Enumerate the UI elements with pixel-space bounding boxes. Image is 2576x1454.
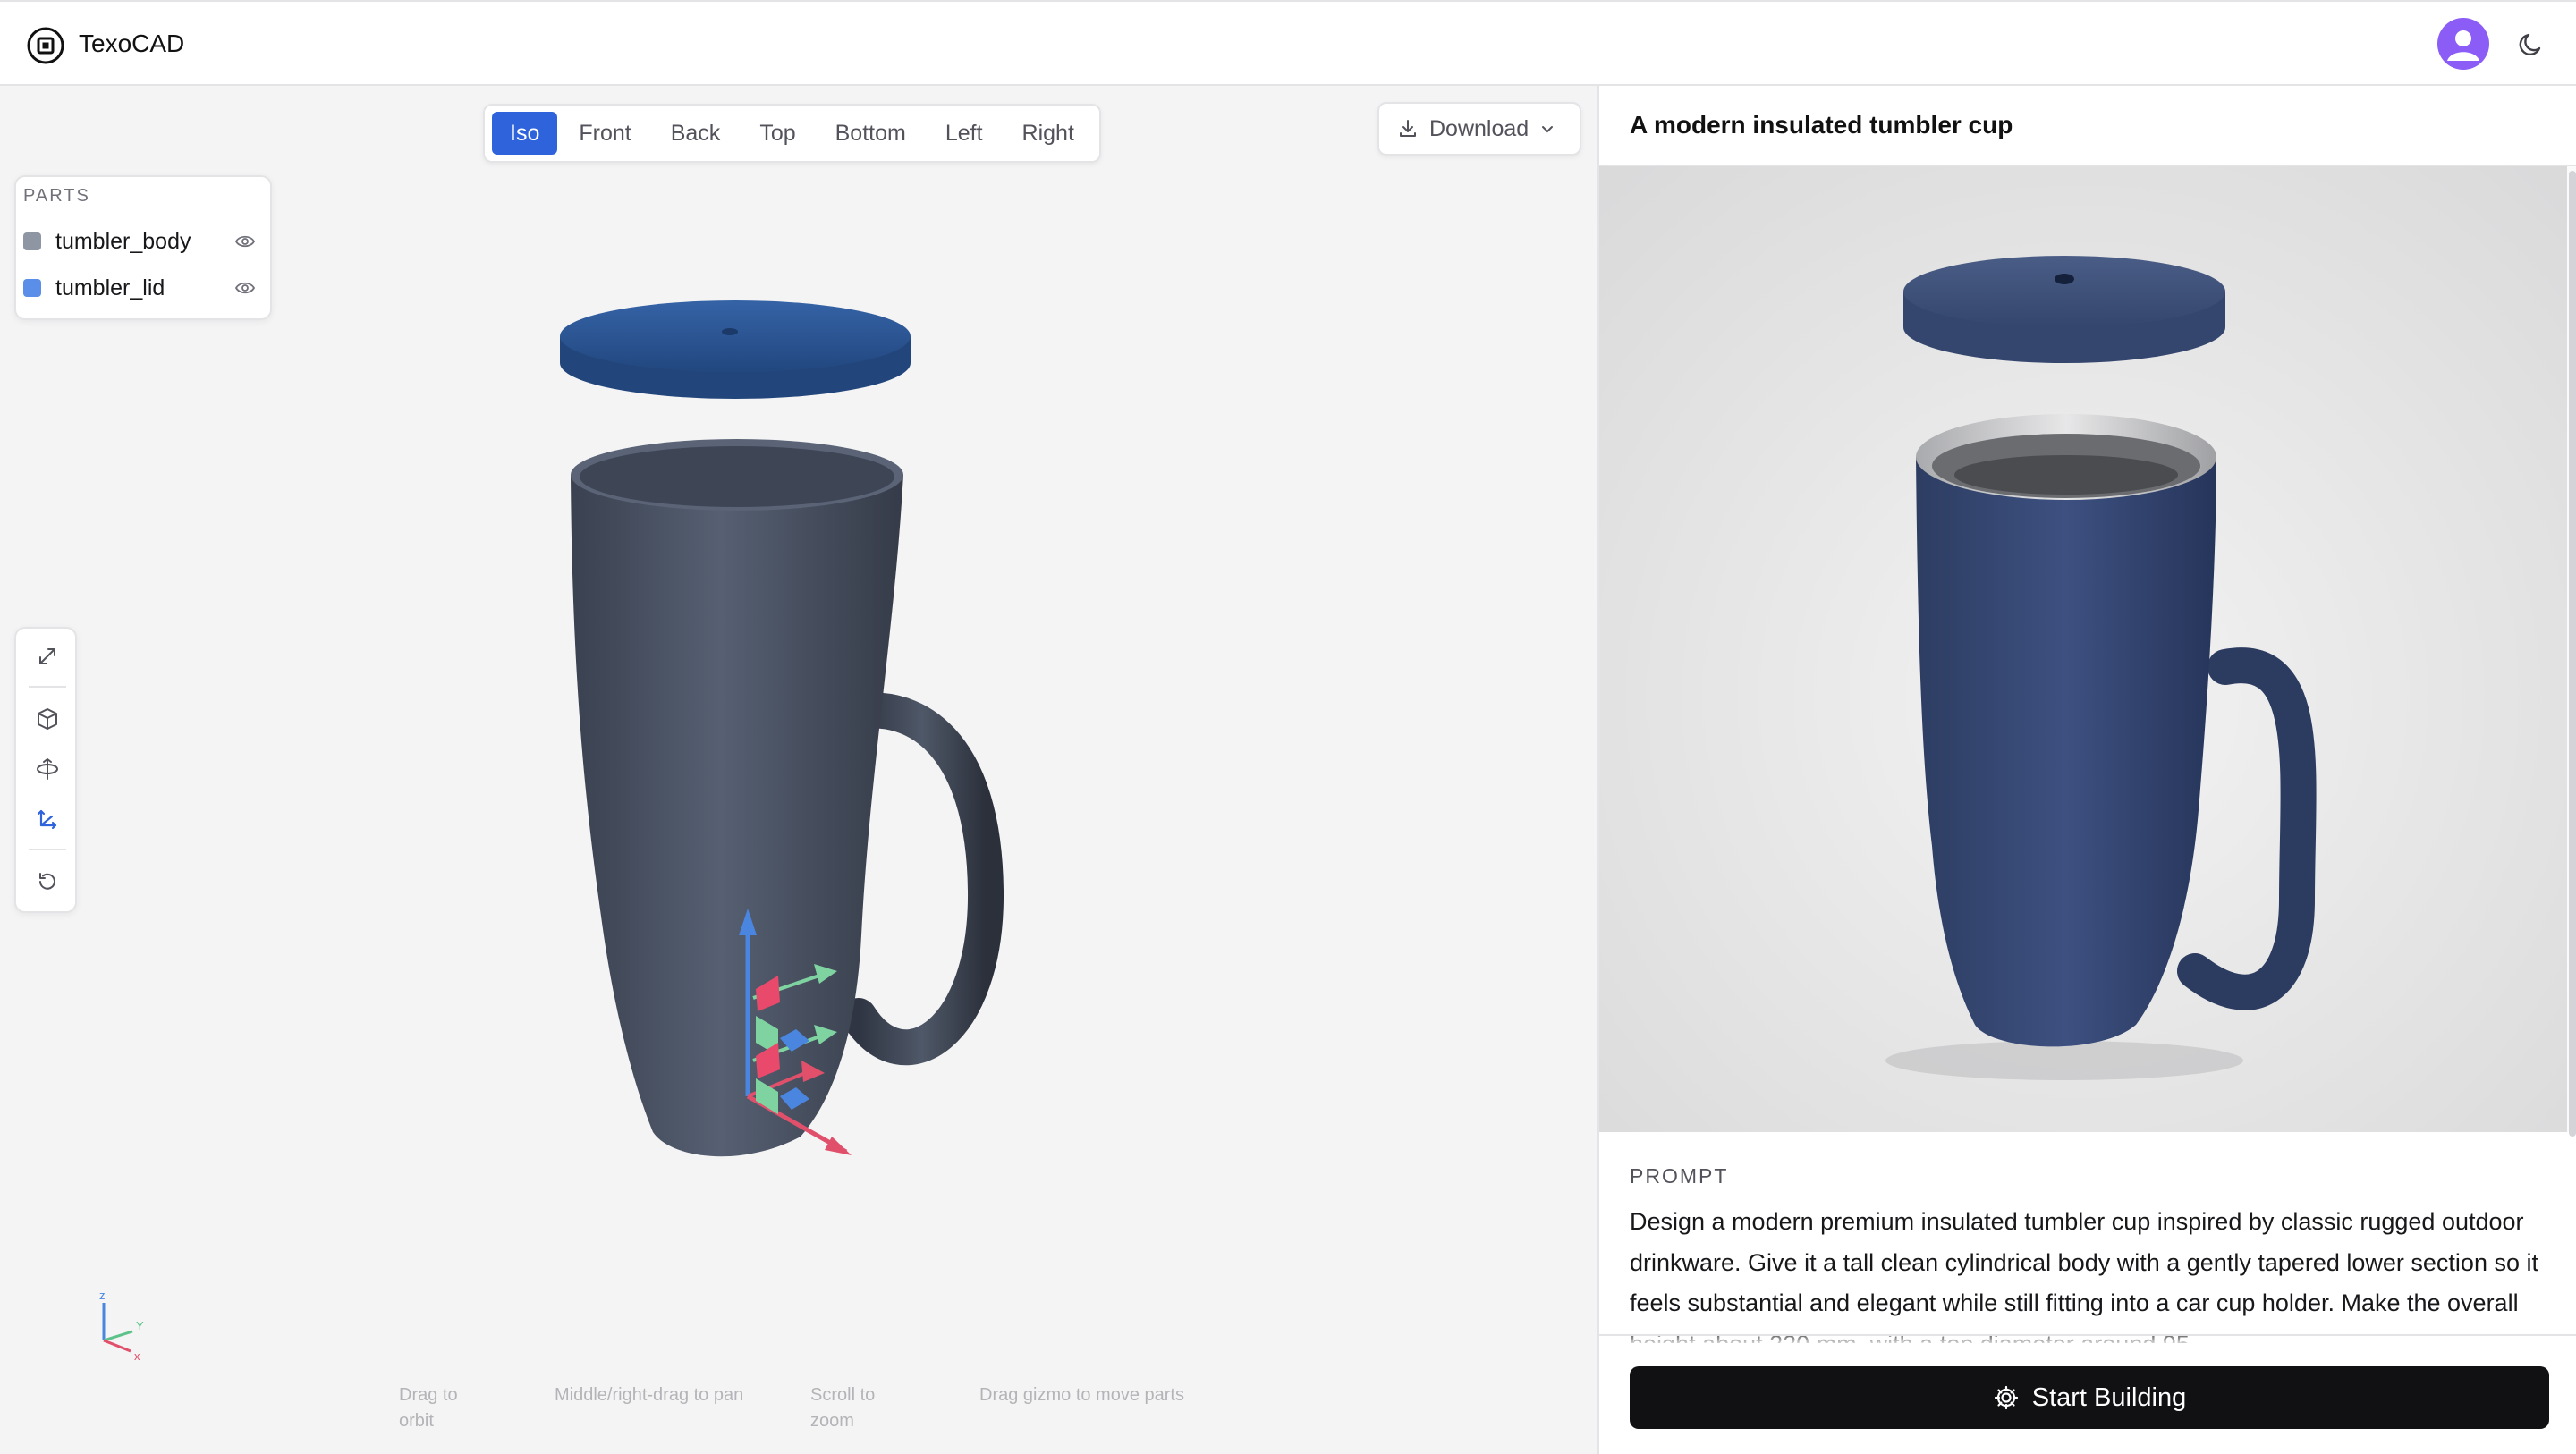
cad-viewport[interactable]: Iso Front Back Top Bottom Left Right Dow… xyxy=(0,86,1597,1454)
axes-icon[interactable] xyxy=(32,804,63,834)
hint-orbit: Drag to orbit xyxy=(399,1385,458,1431)
download-label: Download xyxy=(1429,115,1530,141)
part-name: tumbler_lid xyxy=(55,275,165,300)
tab-left[interactable]: Left xyxy=(928,112,1001,155)
part-name: tumbler_body xyxy=(55,228,191,254)
design-title: A modern insulated tumbler cup xyxy=(1630,111,2013,139)
user-avatar-icon[interactable] xyxy=(2437,18,2489,70)
hint-zoom: Scroll to zoom xyxy=(810,1385,876,1431)
image-scrollbar-thumb[interactable] xyxy=(2569,171,2576,1137)
expand-icon[interactable] xyxy=(32,641,63,672)
tumbler-handle[interactable] xyxy=(841,692,1004,1066)
tumbler-lid-part[interactable] xyxy=(560,300,911,399)
parts-title: PARTS xyxy=(23,186,90,206)
part-color-swatch xyxy=(23,232,41,250)
toolbar-divider xyxy=(29,686,66,688)
hint-gizmo: Drag gizmo to move parts xyxy=(979,1385,1184,1405)
tumbler-body-part[interactable] xyxy=(571,439,903,1157)
axis-indicator: z Y x xyxy=(99,1289,144,1360)
part-row-body[interactable]: tumbler_body xyxy=(23,224,256,259)
tumbler-photo xyxy=(1599,166,2567,1132)
tab-front[interactable]: Front xyxy=(561,112,648,155)
part-color-swatch xyxy=(23,279,41,297)
prompt-text: Design a modern premium insulated tumble… xyxy=(1630,1208,2538,1343)
prompt-fade xyxy=(1599,1334,2576,1347)
chevron-down-icon xyxy=(1542,126,1554,133)
design-panel: A modern insulated tumbler cup PROMPT De… xyxy=(1597,86,2576,1454)
moon-icon[interactable] xyxy=(2516,30,2546,60)
eye-icon[interactable] xyxy=(234,278,256,298)
prompt-container[interactable]: Design a modern premium insulated tumble… xyxy=(1630,1202,2551,1343)
gear-icon xyxy=(1994,1385,2018,1410)
orbit-icon[interactable] xyxy=(32,754,63,784)
axis-x-label: x xyxy=(134,1349,140,1360)
view-tabs: Iso Front Back Top Bottom Left Right xyxy=(483,104,1101,163)
reference-image xyxy=(1599,166,2567,1132)
view-toolbar xyxy=(14,627,77,913)
start-building-button[interactable]: Start Building xyxy=(1630,1366,2549,1429)
axis-y-label: Y xyxy=(136,1319,144,1332)
tab-top[interactable]: Top xyxy=(741,112,813,155)
hint-pan: Middle/right-drag to pan xyxy=(555,1385,744,1405)
part-row-lid[interactable]: tumbler_lid xyxy=(23,270,256,306)
toolbar-divider xyxy=(29,849,66,850)
app-header: TexoCAD xyxy=(0,0,2576,86)
download-icon xyxy=(1400,120,1416,137)
tab-iso[interactable]: Iso xyxy=(492,112,558,155)
tumbler-3d-model[interactable] xyxy=(519,202,1020,1186)
tab-right[interactable]: Right xyxy=(1004,112,1092,155)
eye-icon[interactable] xyxy=(234,232,256,251)
prompt-label: PROMPT xyxy=(1630,1164,1729,1188)
chip-logo-icon[interactable] xyxy=(27,27,64,64)
cube-icon[interactable] xyxy=(32,704,63,734)
app-title: TexoCAD xyxy=(79,30,185,57)
axis-z-label: z xyxy=(99,1289,106,1302)
tab-back[interactable]: Back xyxy=(653,112,739,155)
download-button[interactable]: Download xyxy=(1377,102,1581,156)
reset-icon[interactable] xyxy=(32,866,63,897)
start-building-label: Start Building xyxy=(2031,1382,2187,1412)
tab-bottom[interactable]: Bottom xyxy=(818,112,924,155)
